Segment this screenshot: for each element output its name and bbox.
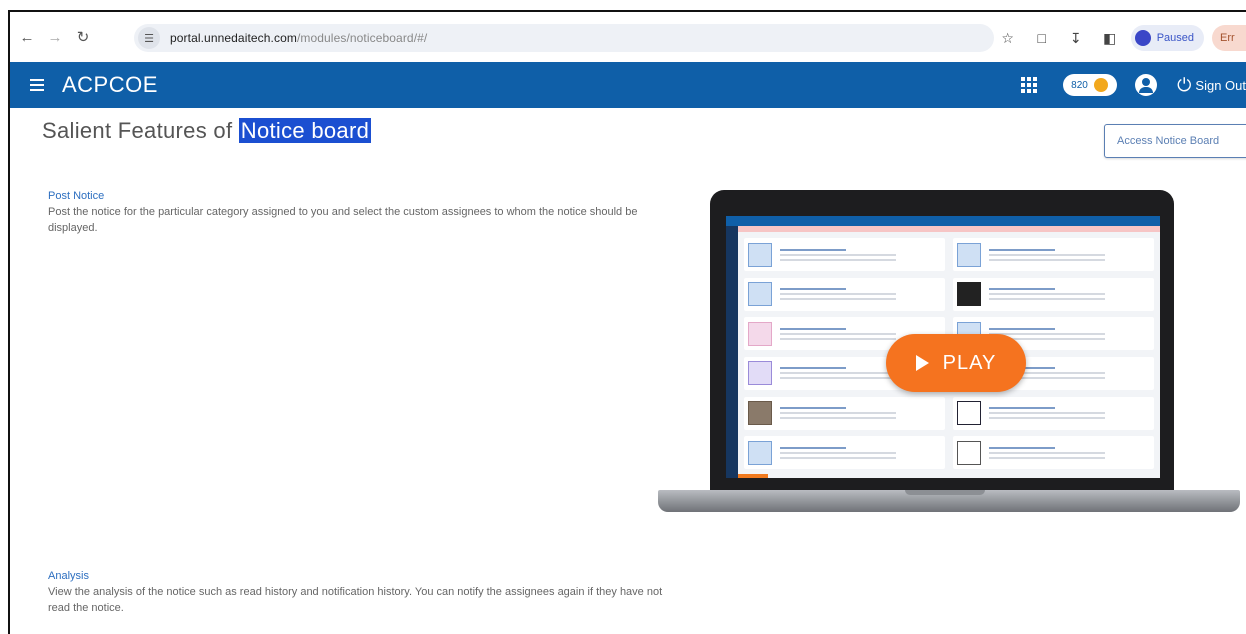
address-bar[interactable]: ☰ portal.unnedaitech.com/modules/noticeb… (134, 24, 994, 52)
bookmark-star-icon[interactable]: ☆ (995, 25, 1021, 51)
feature-description: Post the notice for the particular categ… (48, 206, 638, 234)
app-header: ACPCOE 820 ⏻ Sign Out (10, 62, 1246, 108)
browser-actions: ☆ □ ↧ ◧ Paused Err (987, 24, 1246, 52)
header-actions: 820 ⏻ Sign Out (1021, 62, 1246, 108)
play-button[interactable]: PLAY (886, 334, 1026, 392)
download-icon[interactable]: ↧ (1063, 25, 1089, 51)
laptop-notch (905, 490, 985, 495)
site-info-icon[interactable]: ☰ (138, 27, 160, 49)
play-label: PLAY (942, 351, 997, 374)
page-title-highlight: Notice board (238, 118, 372, 143)
power-icon[interactable]: ⏻ (1177, 75, 1191, 96)
hamburger-menu-icon[interactable] (30, 79, 50, 91)
profile-avatar (1134, 30, 1151, 46)
feature-post-notice: Post Notice Post the notice for the part… (48, 190, 668, 236)
page-title-prefix: Salient Features of (42, 118, 239, 143)
feature-analysis: Analysis View the analysis of the notice… (48, 570, 668, 616)
sign-out-link[interactable]: Sign Out (1195, 78, 1246, 93)
feature-title: Post Notice (48, 190, 105, 202)
reload-icon[interactable]: ↻ (72, 26, 94, 48)
coins-badge[interactable]: 820 (1063, 74, 1118, 96)
browser-toolbar: ← → ↻ ☰ portal.unnedaitech.com/modules/n… (10, 12, 1246, 62)
brand-title[interactable]: ACPCOE (62, 72, 158, 98)
apps-grid-icon[interactable] (1021, 77, 1038, 93)
video-preview: PLAY (650, 190, 1240, 520)
profile-status: Paused (1156, 32, 1194, 44)
coins-count: 820 (1071, 79, 1088, 91)
error-badge[interactable]: Err (1212, 25, 1246, 51)
browser-window: ← → ↻ ☰ portal.unnedaitech.com/modules/n… (8, 10, 1246, 634)
back-arrow-icon[interactable]: ← (16, 26, 38, 48)
feature-title: Analysis (48, 570, 89, 582)
user-account-icon[interactable] (1135, 74, 1158, 96)
extensions-icon[interactable]: □ (1029, 25, 1055, 51)
side-panel-icon[interactable]: ◧ (1097, 25, 1123, 51)
page-title: Salient Features of Notice board (42, 118, 372, 144)
feature-description: View the analysis of the notice such as … (48, 586, 663, 614)
url-host: portal.unnedaitech.com (170, 31, 297, 45)
trophy-icon (1093, 78, 1108, 92)
forward-arrow-icon[interactable]: → (44, 26, 66, 48)
url-text[interactable]: portal.unnedaitech.com/modules/noticeboa… (170, 31, 427, 45)
url-path: /modules/noticeboard/#/ (296, 31, 428, 45)
access-notice-board-button[interactable]: Access Notice Board (1104, 124, 1246, 158)
profile-paused-button[interactable]: Paused (1130, 25, 1204, 51)
play-icon (915, 355, 929, 371)
